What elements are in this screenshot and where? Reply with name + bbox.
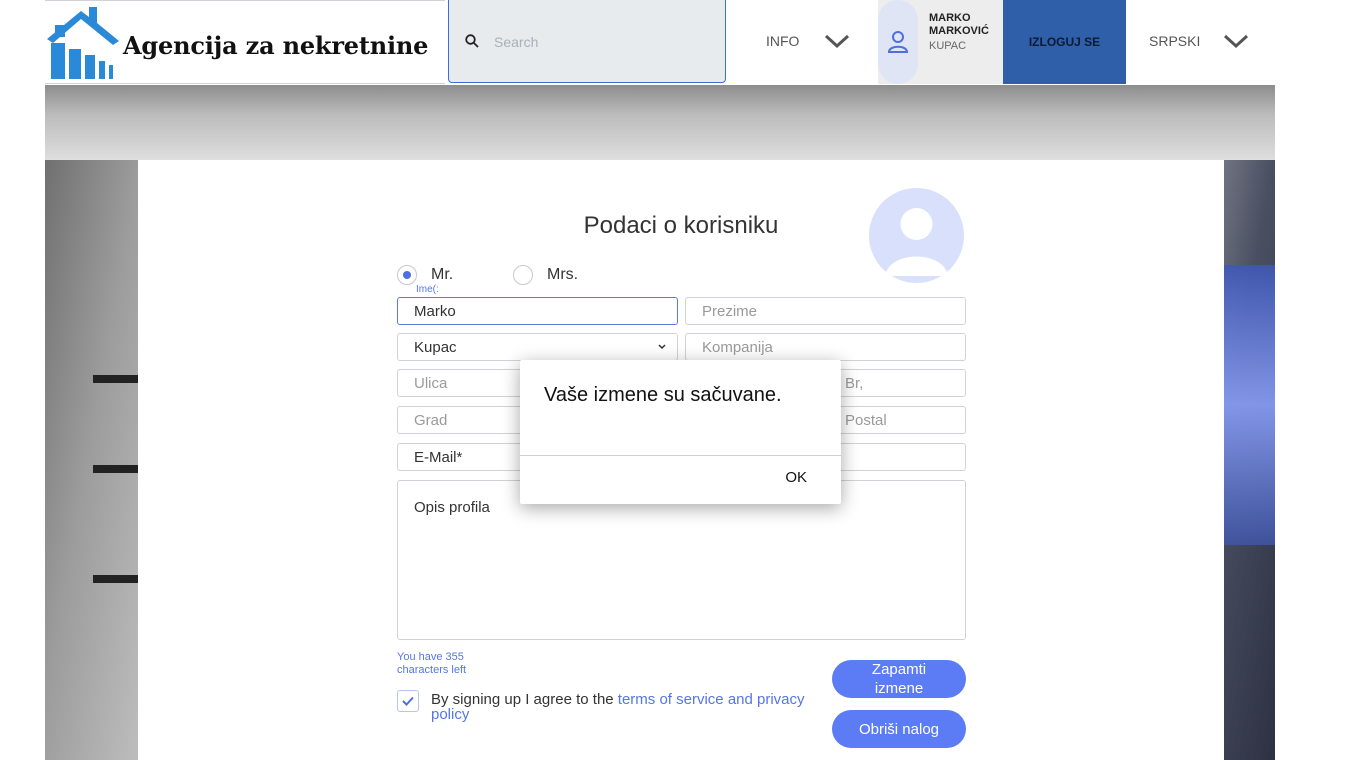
chevron-down-icon: [1223, 34, 1249, 49]
confirmation-dialog: Vaše izmene su sačuvane. OK: [520, 360, 841, 504]
company-field[interactable]: Kompanija: [685, 333, 966, 361]
user-icon: [887, 31, 909, 53]
shelf: [93, 465, 138, 473]
ceiling-area: [45, 85, 1275, 160]
company-placeholder: Kompanija: [702, 339, 773, 356]
logo-text: Agencija za nekretnine: [123, 31, 429, 60]
info-menu[interactable]: INFO: [728, 0, 878, 83]
dialog-divider: [520, 455, 841, 456]
blue-light: [1223, 265, 1275, 545]
characters-left-counter: You have 355 characters left: [397, 651, 467, 676]
dialog-message: Vaše izmene su sačuvane.: [544, 384, 782, 406]
terms-checkbox[interactable]: [397, 690, 419, 712]
house-logo-icon: [47, 7, 119, 79]
search-icon: [465, 34, 479, 48]
chevron-down-icon: [658, 344, 666, 350]
logout-button[interactable]: IZLOGUJ SE: [1003, 0, 1126, 84]
last-name-field[interactable]: Prezime: [685, 297, 966, 325]
page-title: Podaci o korisniku: [583, 212, 779, 239]
user-name: MARKO MARKOVIĆ: [929, 12, 989, 37]
number-placeholder: Br,: [845, 375, 864, 392]
user-profile-menu[interactable]: MARKO MARKOVIĆ KUPAC: [878, 0, 1003, 84]
radio-mr-label: Mr.: [431, 266, 454, 283]
dialog-ok-button[interactable]: OK: [785, 469, 807, 486]
save-changes-button[interactable]: Zapamti izmene: [832, 660, 966, 698]
user-silhouette-icon: [885, 208, 948, 276]
first-name-value: Marko: [414, 303, 456, 320]
radio-mrs[interactable]: [513, 265, 533, 285]
terms-text: By signing up I agree to the terms of se…: [431, 692, 811, 722]
info-label: INFO: [766, 33, 800, 49]
user-type-select[interactable]: Kupac: [397, 333, 678, 361]
profile-description-textarea[interactable]: Opis profila: [397, 480, 966, 640]
checkmark-icon: [402, 696, 414, 706]
user-type-value: Kupac: [414, 339, 457, 356]
site-logo[interactable]: Agencija za nekretnine: [45, 0, 445, 84]
number-field[interactable]: Br,: [828, 369, 966, 397]
search-box[interactable]: [448, 0, 726, 83]
email-value: E-Mail*: [414, 449, 463, 466]
street-placeholder: Ulica: [414, 375, 448, 392]
city-placeholder: Grad: [414, 412, 448, 429]
first-name-field[interactable]: Marko: [397, 297, 678, 325]
radio-mrs-label: Mrs.: [547, 266, 579, 283]
postal-field[interactable]: Postal: [828, 406, 966, 434]
last-name-placeholder: Prezime: [702, 303, 758, 320]
save-changes-label: Zapamti izmene: [871, 661, 927, 697]
user-role: KUPAC: [929, 40, 967, 52]
description-value: Opis profila: [414, 499, 490, 516]
first-name-label: Ime(:: [416, 284, 439, 295]
language-selector[interactable]: SRPSKI: [1126, 0, 1275, 83]
shelf: [93, 375, 138, 383]
chevron-down-icon: [824, 34, 850, 49]
postal-placeholder: Postal: [845, 412, 887, 429]
radio-mr[interactable]: [397, 265, 417, 285]
delete-account-button[interactable]: Obriši nalog: [832, 710, 966, 748]
shelf: [93, 575, 138, 583]
search-input[interactable]: [492, 30, 711, 54]
avatar: [878, 0, 918, 84]
profile-avatar[interactable]: [869, 188, 964, 283]
language-label: SRPSKI: [1149, 33, 1201, 49]
top-navbar: Agencija za nekretnine INFO MARKO MARKOV…: [0, 0, 1366, 85]
